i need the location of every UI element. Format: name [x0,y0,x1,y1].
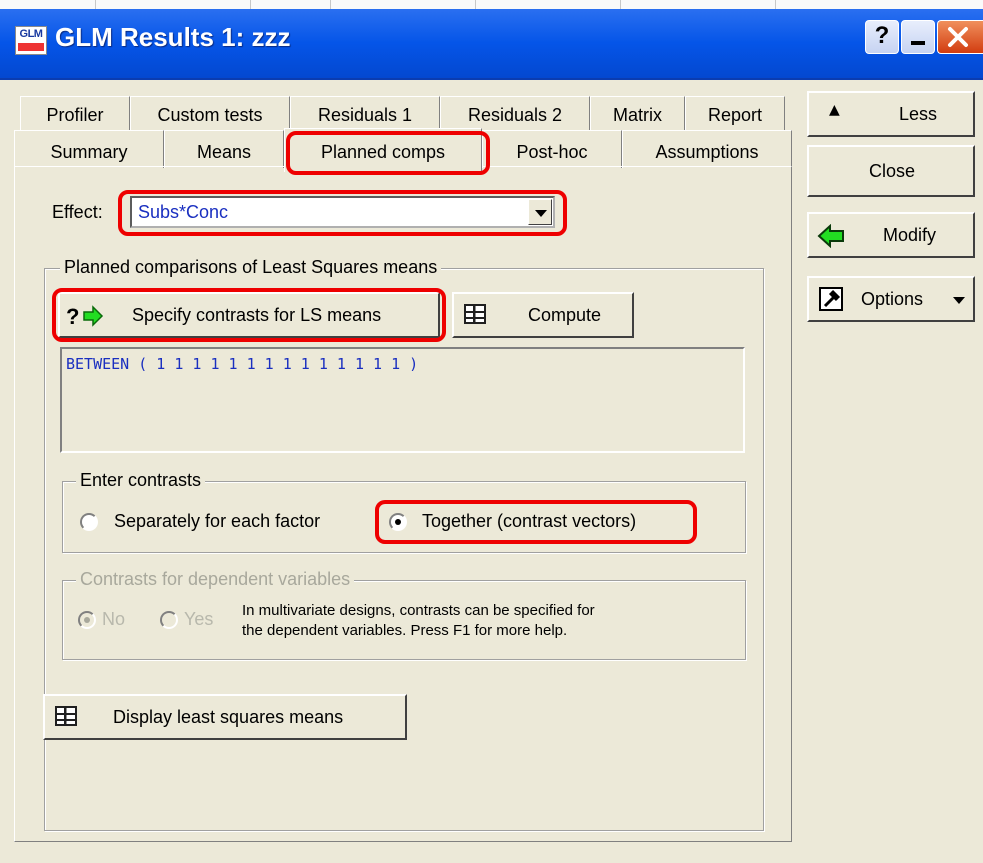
specify-contrasts-button[interactable]: ? Specify contrasts for LS means [58,292,440,338]
tab-post-hoc[interactable]: Post-hoc [482,130,622,168]
glm-results-window: GLM GLM Results 1: zzz ? Profiler Custom… [0,0,983,863]
no-label: No [102,609,126,629]
table-icon [55,706,77,726]
yes-radio[interactable] [160,611,178,629]
contrast-text-area[interactable]: BETWEEN ( 1 1 1 1 1 1 1 1 1 1 1 1 1 1 ) [60,347,745,453]
tab-summary[interactable]: Summary [14,130,164,168]
minimize-button[interactable] [901,20,935,54]
modify-button[interactable]: Modify [807,212,975,258]
less-button[interactable]: ▲ Less [807,91,975,137]
together-radio[interactable] [389,513,407,531]
options-label: Options [861,289,924,309]
options-button[interactable]: Options [807,276,975,322]
chevron-down-icon[interactable] [528,199,552,225]
display-ls-means-label: Display least squares means [113,707,344,727]
display-ls-means-button[interactable]: Display least squares means [43,694,407,740]
tab-matrix[interactable]: Matrix [590,96,685,130]
effect-select[interactable]: Subs*Conc [130,196,555,228]
help-icon: ? [66,304,80,329]
glm-app-icon: GLM [15,26,47,55]
tab-planned-comps[interactable]: Planned comps [284,128,482,172]
up-arrow-icon: ▲ [829,102,840,118]
green-arrow-icon [83,305,104,327]
compute-label: Compute [528,305,602,325]
dropdown-triangle-icon [953,297,965,304]
multivariate-note-line-1: In multivariate designs, contrasts can b… [242,602,595,619]
close-label: Close [869,161,916,181]
multivariate-note-line-2: the dependent variables. Press F1 for mo… [242,622,568,639]
compute-button[interactable]: Compute [452,292,634,338]
close-button[interactable]: Close [807,145,975,197]
table-icon [464,304,486,324]
tab-custom-tests[interactable]: Custom tests [130,96,290,130]
tab-profiler[interactable]: Profiler [20,96,130,130]
specify-contrasts-label: Specify contrasts for LS means [132,305,382,325]
planned-comparisons-title: Planned comparisons of Least Squares mea… [60,257,442,278]
hammer-icon [819,287,843,311]
tab-residuals-2[interactable]: Residuals 2 [440,96,590,130]
green-back-arrow-icon [817,224,844,248]
window-title: GLM Results 1: zzz [55,22,291,52]
top-strip [0,0,983,9]
modify-label: Modify [883,225,937,245]
yes-label: Yes [184,609,214,629]
dependent-contrasts-title: Contrasts for dependent variables [76,569,355,590]
title-bar[interactable]: GLM GLM Results 1: zzz ? [0,0,983,80]
together-label[interactable]: Together (contrast vectors) [422,511,636,532]
separately-radio[interactable] [80,513,98,531]
tab-means[interactable]: Means [164,130,284,168]
enter-contrasts-title: Enter contrasts [76,470,206,491]
close-icon [948,27,968,47]
minimize-icon [911,41,925,45]
contrast-text: BETWEEN ( 1 1 1 1 1 1 1 1 1 1 1 1 1 1 ) [66,355,419,373]
no-radio[interactable] [78,611,96,629]
help-caption-button[interactable]: ? [865,20,899,54]
close-window-button[interactable] [937,20,983,54]
tab-residuals-1[interactable]: Residuals 1 [290,96,440,130]
less-label: Less [899,104,938,124]
effect-label: Effect: [52,202,103,222]
tab-assumptions[interactable]: Assumptions [622,130,792,168]
tab-report[interactable]: Report [685,96,785,130]
effect-value: Subs*Conc [138,202,229,222]
separately-label[interactable]: Separately for each factor [114,511,320,532]
